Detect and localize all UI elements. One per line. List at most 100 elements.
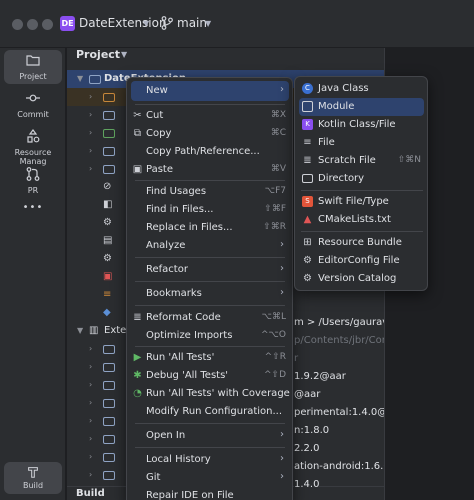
tree-path-text: p/Contents/jbr/Conte <box>294 335 399 346</box>
folder-icon <box>103 471 115 480</box>
submenu-item-swift[interactable]: S Swift File/Type <box>299 193 424 211</box>
copy-icon: ⧉ <box>133 128 142 139</box>
folder-icon <box>103 381 115 390</box>
branch-icon <box>161 16 173 30</box>
menu-item-label: Copy Path/Reference... <box>146 146 260 157</box>
project-tool-button[interactable]: Project <box>4 50 62 84</box>
submenu-item-kotlin[interactable]: K Kotlin Class/File <box>299 116 424 134</box>
submenu-item-editorconfig[interactable]: ⚙ EditorConfig File <box>299 252 424 270</box>
submenu-item-label: EditorConfig File <box>318 255 400 266</box>
ignore-file-icon: ⊘ <box>103 181 112 192</box>
menu-item-run-tests[interactable]: ▶ Run 'All Tests' ^⇧R <box>131 348 289 368</box>
folder-icon <box>103 345 115 354</box>
menu-item-analyze[interactable]: Analyze › <box>131 236 289 256</box>
menu-item-open-in[interactable]: Open In › <box>131 426 289 446</box>
script-file-icon: ▣ <box>103 271 113 282</box>
submenu-item-label: File <box>318 137 335 148</box>
menu-item-copy[interactable]: ⧉ Copy ⌘C <box>131 124 289 144</box>
chevron-right-icon: › <box>89 362 93 371</box>
shortcut-text: ⇧⌘R <box>263 222 286 232</box>
gear-icon: ⚙ <box>303 255 312 266</box>
submenu-item-directory[interactable]: Directory <box>299 170 424 188</box>
chevron-right-icon: › <box>89 398 93 407</box>
cmake-icon: ▲ <box>303 214 312 225</box>
swift-icon: S <box>302 196 313 207</box>
gear-icon: ⚙ <box>103 217 112 228</box>
menu-separator <box>301 231 423 232</box>
commit-tool-button[interactable]: Commit <box>4 88 62 122</box>
chevron-right-icon: › <box>280 287 284 298</box>
shortcut-text: ^⌥O <box>261 330 286 340</box>
menu-item-run-coverage[interactable]: ◔ Run 'All Tests' with Coverage <box>131 384 290 404</box>
title-bar: DE DateExtension ▼ main ▼ <box>0 0 474 48</box>
menu-item-label: Modify Run Configuration... <box>146 406 283 417</box>
submenu-item-label: Java Class <box>318 83 369 94</box>
menu-item-reformat-code[interactable]: ≣ Reformat Code ⌥⌘L <box>131 308 289 328</box>
settings-file-icon: ◆ <box>103 307 111 318</box>
menu-item-label: Reformat Code <box>146 312 221 323</box>
project-badge[interactable]: DE <box>60 16 75 31</box>
submenu-item-version-catalog[interactable]: ⚙ Version Catalog <box>299 270 424 288</box>
menu-item-copy-path[interactable]: Copy Path/Reference... <box>131 142 289 162</box>
project-tool-label: Project <box>19 72 47 81</box>
menu-item-replace-in-files[interactable]: Replace in Files... ⇧⌘R <box>131 218 289 238</box>
menu-item-modify-run-configuration[interactable]: Modify Run Configuration... <box>131 402 289 422</box>
folder-icon <box>103 147 115 156</box>
menu-item-cut[interactable]: ✂ Cut ⌘X <box>131 106 289 126</box>
menu-item-git[interactable]: Git › <box>131 468 289 488</box>
submenu-item-resource-bundle[interactable]: ⊞ Resource Bundle <box>299 234 424 252</box>
zoom-window-button[interactable] <box>42 19 53 30</box>
submenu-item-label: Resource Bundle <box>318 237 402 248</box>
shortcut-text: ⌘X <box>270 110 286 120</box>
chevron-right-icon: › <box>89 110 93 119</box>
minimize-window-button[interactable] <box>27 19 38 30</box>
menu-item-label: Cut <box>146 110 164 121</box>
branch-name[interactable]: main <box>177 16 207 30</box>
chevron-down-icon[interactable]: ▼ <box>143 19 149 28</box>
submenu-item-scratch-file[interactable]: ≣ Scratch File ⇧⌘N <box>299 152 424 170</box>
resource-manager-icon <box>27 129 40 143</box>
close-window-button[interactable] <box>12 19 23 30</box>
shortcut-text: ^⇧D <box>263 370 286 380</box>
module-icon <box>302 101 313 112</box>
menu-item-bookmarks[interactable]: Bookmarks › <box>131 284 289 304</box>
commit-icon <box>26 94 40 102</box>
menu-item-label: Find Usages <box>146 186 207 197</box>
license-file-icon: ≡ <box>103 289 112 300</box>
build-tab[interactable]: Build <box>76 488 105 499</box>
submenu-item-file[interactable]: ≡ File <box>299 134 424 152</box>
menu-item-paste[interactable]: ▣ Paste ⌘V <box>131 160 289 180</box>
menu-item-local-history[interactable]: Local History › <box>131 450 289 470</box>
run-icon: ▶ <box>133 352 142 363</box>
submenu-item-label: Version Catalog <box>318 273 397 284</box>
menu-item-optimize-imports[interactable]: Optimize Imports ^⌥O <box>131 326 289 346</box>
menu-item-label: Replace in Files... <box>146 222 233 233</box>
submenu-item-java-class[interactable]: C Java Class <box>299 80 424 98</box>
folder-icon <box>103 111 115 120</box>
file-icon: ≡ <box>303 137 312 148</box>
external-libraries-label: Exte <box>104 325 127 336</box>
menu-item-debug-tests[interactable]: ✱ Debug 'All Tests' ^⇧D <box>131 366 289 386</box>
menu-item-label: Git <box>146 472 161 483</box>
file-icon: ◧ <box>103 199 113 210</box>
submenu-item-cmake[interactable]: ▲ CMakeLists.txt <box>299 211 424 229</box>
menu-item-repair-ide[interactable]: Repair IDE on File <box>131 486 289 500</box>
menu-item-label: Copy <box>146 128 172 139</box>
resource-manager-tool-button[interactable]: Resource Manag <box>4 126 62 166</box>
menu-item-new[interactable]: New › <box>131 81 289 101</box>
pr-tool-button[interactable]: PR <box>4 164 62 198</box>
submenu-item-label: Directory <box>318 173 365 184</box>
menu-item-refactor[interactable]: Refactor › <box>131 260 289 280</box>
chevron-down-icon[interactable]: ▼ <box>205 19 211 28</box>
hammer-icon <box>28 467 38 478</box>
project-name[interactable]: DateExtension <box>79 16 167 30</box>
chevron-right-icon: › <box>89 434 93 443</box>
menu-item-find-in-files[interactable]: Find in Files... ⇧⌘F <box>131 200 289 220</box>
menu-item-label: Refactor <box>146 264 188 275</box>
tree-item-text: 1.4.0 <box>294 479 320 490</box>
menu-item-find-usages[interactable]: Find Usages ⌥F7 <box>131 182 289 202</box>
tree-item-text: r <box>294 353 299 364</box>
build-tool-button[interactable]: Build <box>4 462 62 494</box>
submenu-item-module[interactable]: Module <box>299 98 424 116</box>
more-tools-button[interactable]: ••• <box>4 202 62 218</box>
